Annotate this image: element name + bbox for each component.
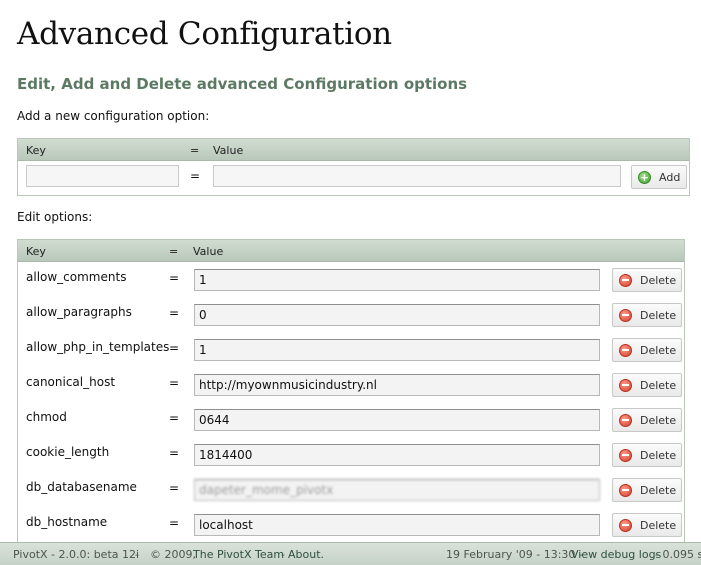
delete-icon xyxy=(619,378,632,392)
option-value-input-3[interactable]: http://myownmusicindustry.nl xyxy=(194,374,600,396)
option-eq-1: = xyxy=(169,306,180,320)
add-eq-sign: = xyxy=(190,169,201,183)
add-button[interactable]: Add xyxy=(631,165,687,189)
option-key-4: chmod xyxy=(26,410,67,424)
delete-button-label: Delete xyxy=(640,378,677,392)
delete-button-4[interactable]: Delete xyxy=(612,408,682,432)
footer-date: 19 February '09 - 13:30 - xyxy=(446,548,583,561)
option-value-input-1[interactable]: 0 xyxy=(194,304,600,326)
col-value-header: Value xyxy=(213,144,244,157)
edit-col-key-header: Key xyxy=(26,245,46,258)
delete-icon xyxy=(619,413,632,427)
delete-button-label: Delete xyxy=(640,413,677,427)
page-title: Advanced Configuration xyxy=(17,16,392,52)
footer-version: PivotX - 2.0.0: beta 12i xyxy=(13,548,140,561)
footer-separator: - xyxy=(135,548,139,561)
delete-button-label: Delete xyxy=(640,483,677,497)
add-option-panel: Key = Value = Add xyxy=(17,138,690,196)
delete-button-5[interactable]: Delete xyxy=(612,443,682,467)
option-key-6: db_databasename xyxy=(26,480,137,494)
delete-button-3[interactable]: Delete xyxy=(612,373,682,397)
option-value-input-4[interactable]: 0644 xyxy=(194,409,600,431)
delete-icon xyxy=(619,518,632,532)
add-option-header: Key = Value xyxy=(18,139,689,161)
new-key-input[interactable] xyxy=(26,165,179,187)
delete-button-6[interactable]: Delete xyxy=(612,478,682,502)
edit-options-label: Edit options: xyxy=(17,210,93,224)
delete-button-label: Delete xyxy=(640,448,677,462)
about-link[interactable]: About. xyxy=(288,548,324,561)
add-button-label: Add xyxy=(659,170,681,184)
option-key-3: canonical_host xyxy=(26,375,116,389)
option-key-0: allow_comments xyxy=(26,270,127,284)
option-eq-7: = xyxy=(169,516,180,530)
option-key-1: allow_paragraphs xyxy=(26,305,132,319)
col-eq-header: = xyxy=(190,144,200,157)
add-option-label: Add a new configuration option: xyxy=(17,109,210,123)
option-eq-2: = xyxy=(169,341,180,355)
footer-timing: - 0.095 se xyxy=(655,548,701,561)
footer: PivotX - 2.0.0: beta 12i - © 2009, The P… xyxy=(0,542,701,565)
delete-button-1[interactable]: Delete xyxy=(612,303,682,327)
option-value-input-0[interactable]: 1 xyxy=(194,269,600,291)
col-key-header: Key xyxy=(26,144,46,157)
delete-button-label: Delete xyxy=(640,308,677,322)
option-key-5: cookie_length xyxy=(26,445,110,459)
edit-options-panel: Key = Value allow_comments = 1 Delete allow_… xyxy=(17,239,685,544)
edit-col-value-header: Value xyxy=(193,245,224,258)
delete-button-label: Delete xyxy=(640,273,677,287)
delete-icon xyxy=(619,343,632,357)
new-value-input[interactable] xyxy=(213,165,621,187)
edit-col-eq-header: = xyxy=(169,245,179,258)
option-eq-3: = xyxy=(169,376,180,390)
page: Advanced Configuration Edit, Add and Del… xyxy=(0,0,701,565)
option-value-input-5[interactable]: 1814400 xyxy=(194,444,600,466)
option-eq-6: = xyxy=(169,481,180,495)
option-eq-0: = xyxy=(169,271,180,285)
delete-icon xyxy=(619,483,632,497)
option-eq-5: = xyxy=(169,446,180,460)
footer-copyright: © 2009, xyxy=(150,548,196,561)
option-key-2: allow_php_in_templates xyxy=(26,340,170,354)
delete-button-label: Delete xyxy=(640,518,677,532)
edit-options-header: Key = Value xyxy=(18,240,684,262)
debug-logs-link[interactable]: View debug logs xyxy=(571,548,661,561)
page-subtitle: Edit, Add and Delete advanced Configurat… xyxy=(17,75,468,93)
option-value-input-2[interactable]: 1 xyxy=(194,339,600,361)
option-eq-4: = xyxy=(169,411,180,425)
option-value-input-7[interactable]: localhost xyxy=(194,514,600,536)
delete-button-2[interactable]: Delete xyxy=(612,338,682,362)
add-icon xyxy=(638,170,651,184)
delete-button-label: Delete xyxy=(640,343,677,357)
option-key-7: db_hostname xyxy=(26,515,108,529)
option-value-input-6[interactable]: dapeter_mome_pivotx xyxy=(194,479,600,501)
team-link[interactable]: The PivotX Team xyxy=(193,548,284,561)
delete-button-7[interactable]: Delete xyxy=(612,513,682,537)
delete-icon xyxy=(619,308,632,322)
delete-icon xyxy=(619,448,632,462)
delete-icon xyxy=(619,273,632,287)
delete-button-0[interactable]: Delete xyxy=(612,268,682,292)
